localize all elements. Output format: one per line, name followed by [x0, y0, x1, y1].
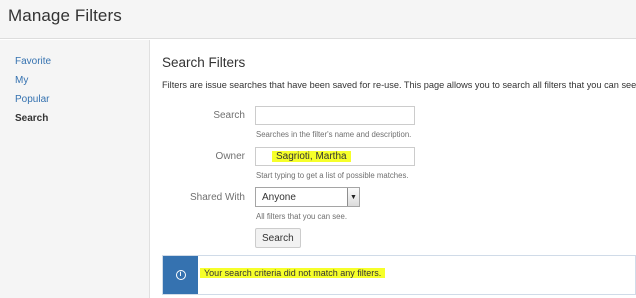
- info-icon: i: [175, 270, 186, 280]
- sidebar-item-popular[interactable]: Popular: [15, 94, 49, 105]
- sidebar-item-my[interactable]: My: [15, 75, 28, 86]
- search-label: Search: [213, 110, 245, 121]
- section-title: Search Filters: [162, 55, 246, 70]
- page-title: Manage Filters: [8, 6, 122, 25]
- sidebar: Favorite My Popular Search: [0, 40, 150, 298]
- message-highlight: Your search criteria did not match any f…: [200, 268, 386, 278]
- owner-hint: Start typing to get a list of possible m…: [256, 171, 409, 180]
- owner-value: Sagrioti, Martha: [272, 151, 351, 162]
- shared-with-hint: All filters that you can see.: [256, 212, 348, 221]
- shared-with-label: Shared With: [189, 192, 245, 203]
- main-content: Search Filters Filters are issue searche…: [151, 40, 636, 298]
- owner-field[interactable]: Sagrioti, Martha: [255, 147, 415, 166]
- search-button[interactable]: Search: [255, 228, 301, 248]
- page-header: Manage Filters: [0, 0, 636, 39]
- shared-with-value: Anyone: [262, 192, 296, 203]
- shared-with-select[interactable]: Anyone ▼: [255, 187, 360, 207]
- owner-label: Owner: [215, 151, 245, 162]
- sidebar-item-favorite[interactable]: Favorite: [15, 56, 51, 67]
- sidebar-item-search[interactable]: Search: [15, 113, 48, 124]
- search-input[interactable]: [255, 106, 415, 125]
- message-text: Your search criteria did not match any f…: [200, 268, 386, 278]
- page-description: Filters are issue searches that have bee…: [162, 80, 636, 90]
- dropdown-arrow-icon[interactable]: ▼: [347, 188, 359, 206]
- info-bar: i: [163, 256, 198, 294]
- search-hint: Searches in the filter's name and descri…: [256, 130, 412, 139]
- info-message: i Your search criteria did not match any…: [162, 255, 636, 295]
